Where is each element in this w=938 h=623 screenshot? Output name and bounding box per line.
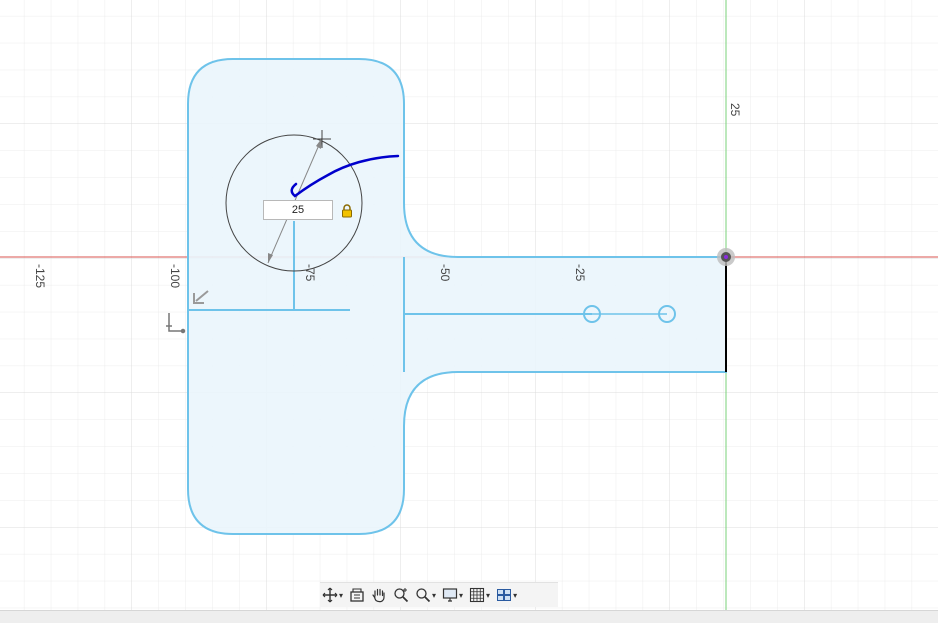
display-settings-icon xyxy=(442,588,458,602)
origin-point-icon[interactable] xyxy=(717,248,735,266)
x-axis-label: -25 xyxy=(573,264,587,282)
status-bar xyxy=(0,610,938,623)
x-axis-label: -50 xyxy=(438,264,452,282)
display-settings-button[interactable]: ▾ xyxy=(440,584,465,606)
pan-icon xyxy=(372,588,385,603)
grid-settings-caret[interactable]: ▾ xyxy=(486,591,490,600)
viewports-button[interactable]: ▾ xyxy=(494,584,519,606)
zoom-button[interactable] xyxy=(391,584,411,606)
orbit-button[interactable]: ▾ xyxy=(320,584,345,606)
look-at-icon xyxy=(350,588,364,602)
look-at-button[interactable] xyxy=(347,584,367,606)
navigation-toolbar: ▾ ▾ ▾ ▾ ▾ xyxy=(320,582,558,607)
y-axis-label: 25 xyxy=(728,103,742,117)
display-settings-caret[interactable]: ▾ xyxy=(459,591,463,600)
viewports-caret[interactable]: ▾ xyxy=(513,591,517,600)
sketch-canvas[interactable] xyxy=(0,0,938,610)
orbit-icon xyxy=(322,587,338,603)
fit-icon xyxy=(416,588,431,603)
lock-icon[interactable] xyxy=(340,204,354,218)
x-axis-label: -100 xyxy=(168,264,182,289)
pan-button[interactable] xyxy=(369,584,389,606)
fit-caret[interactable]: ▾ xyxy=(432,591,436,600)
grid-settings-button[interactable]: ▾ xyxy=(467,584,492,606)
zoom-icon xyxy=(394,588,409,603)
x-axis-label: -75 xyxy=(303,264,317,282)
fit-button[interactable]: ▾ xyxy=(413,584,438,606)
grid-settings-icon xyxy=(469,587,485,603)
diameter-input[interactable] xyxy=(263,200,333,220)
orbit-caret[interactable]: ▾ xyxy=(339,591,343,600)
viewports-icon xyxy=(497,589,512,601)
x-axis-label: -125 xyxy=(33,264,47,289)
